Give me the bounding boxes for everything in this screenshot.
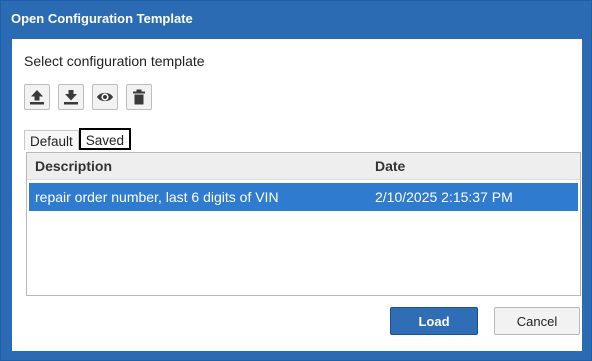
cancel-button[interactable]: Cancel bbox=[494, 307, 580, 335]
row-date: 2/10/2025 2:15:37 PM bbox=[375, 189, 513, 205]
toolbar bbox=[24, 84, 152, 112]
dialog-body: Select configuration template Default Sa… bbox=[11, 39, 583, 352]
dialog-title: Open Configuration Template bbox=[11, 11, 193, 26]
upload-icon bbox=[30, 90, 44, 105]
table-header: Description Date bbox=[27, 153, 580, 180]
download-icon bbox=[64, 90, 78, 105]
dialog-window: Open Configuration Template Select confi… bbox=[0, 0, 592, 361]
row-description: repair order number, last 6 digits of VI… bbox=[35, 189, 279, 205]
templates-table: Description Date repair order number, la… bbox=[26, 152, 581, 296]
eye-icon bbox=[97, 92, 113, 102]
table-row[interactable]: repair order number, last 6 digits of VI… bbox=[29, 183, 578, 211]
column-header-description[interactable]: Description bbox=[35, 158, 112, 174]
title-bar[interactable]: Open Configuration Template bbox=[1, 1, 591, 39]
preview-button[interactable] bbox=[92, 84, 118, 110]
trash-icon bbox=[133, 89, 145, 105]
prompt-label: Select configuration template bbox=[24, 53, 205, 69]
upload-button[interactable] bbox=[24, 84, 50, 110]
tab-default[interactable]: Default bbox=[24, 130, 79, 150]
window-frame-bottom bbox=[1, 351, 591, 360]
template-tabs: Default Saved bbox=[24, 128, 132, 152]
delete-button[interactable] bbox=[126, 84, 152, 110]
window-frame-left bbox=[1, 39, 11, 351]
load-button[interactable]: Load bbox=[390, 307, 478, 335]
tab-saved[interactable]: Saved bbox=[78, 128, 132, 150]
download-button[interactable] bbox=[58, 84, 84, 110]
column-header-date[interactable]: Date bbox=[375, 158, 405, 174]
